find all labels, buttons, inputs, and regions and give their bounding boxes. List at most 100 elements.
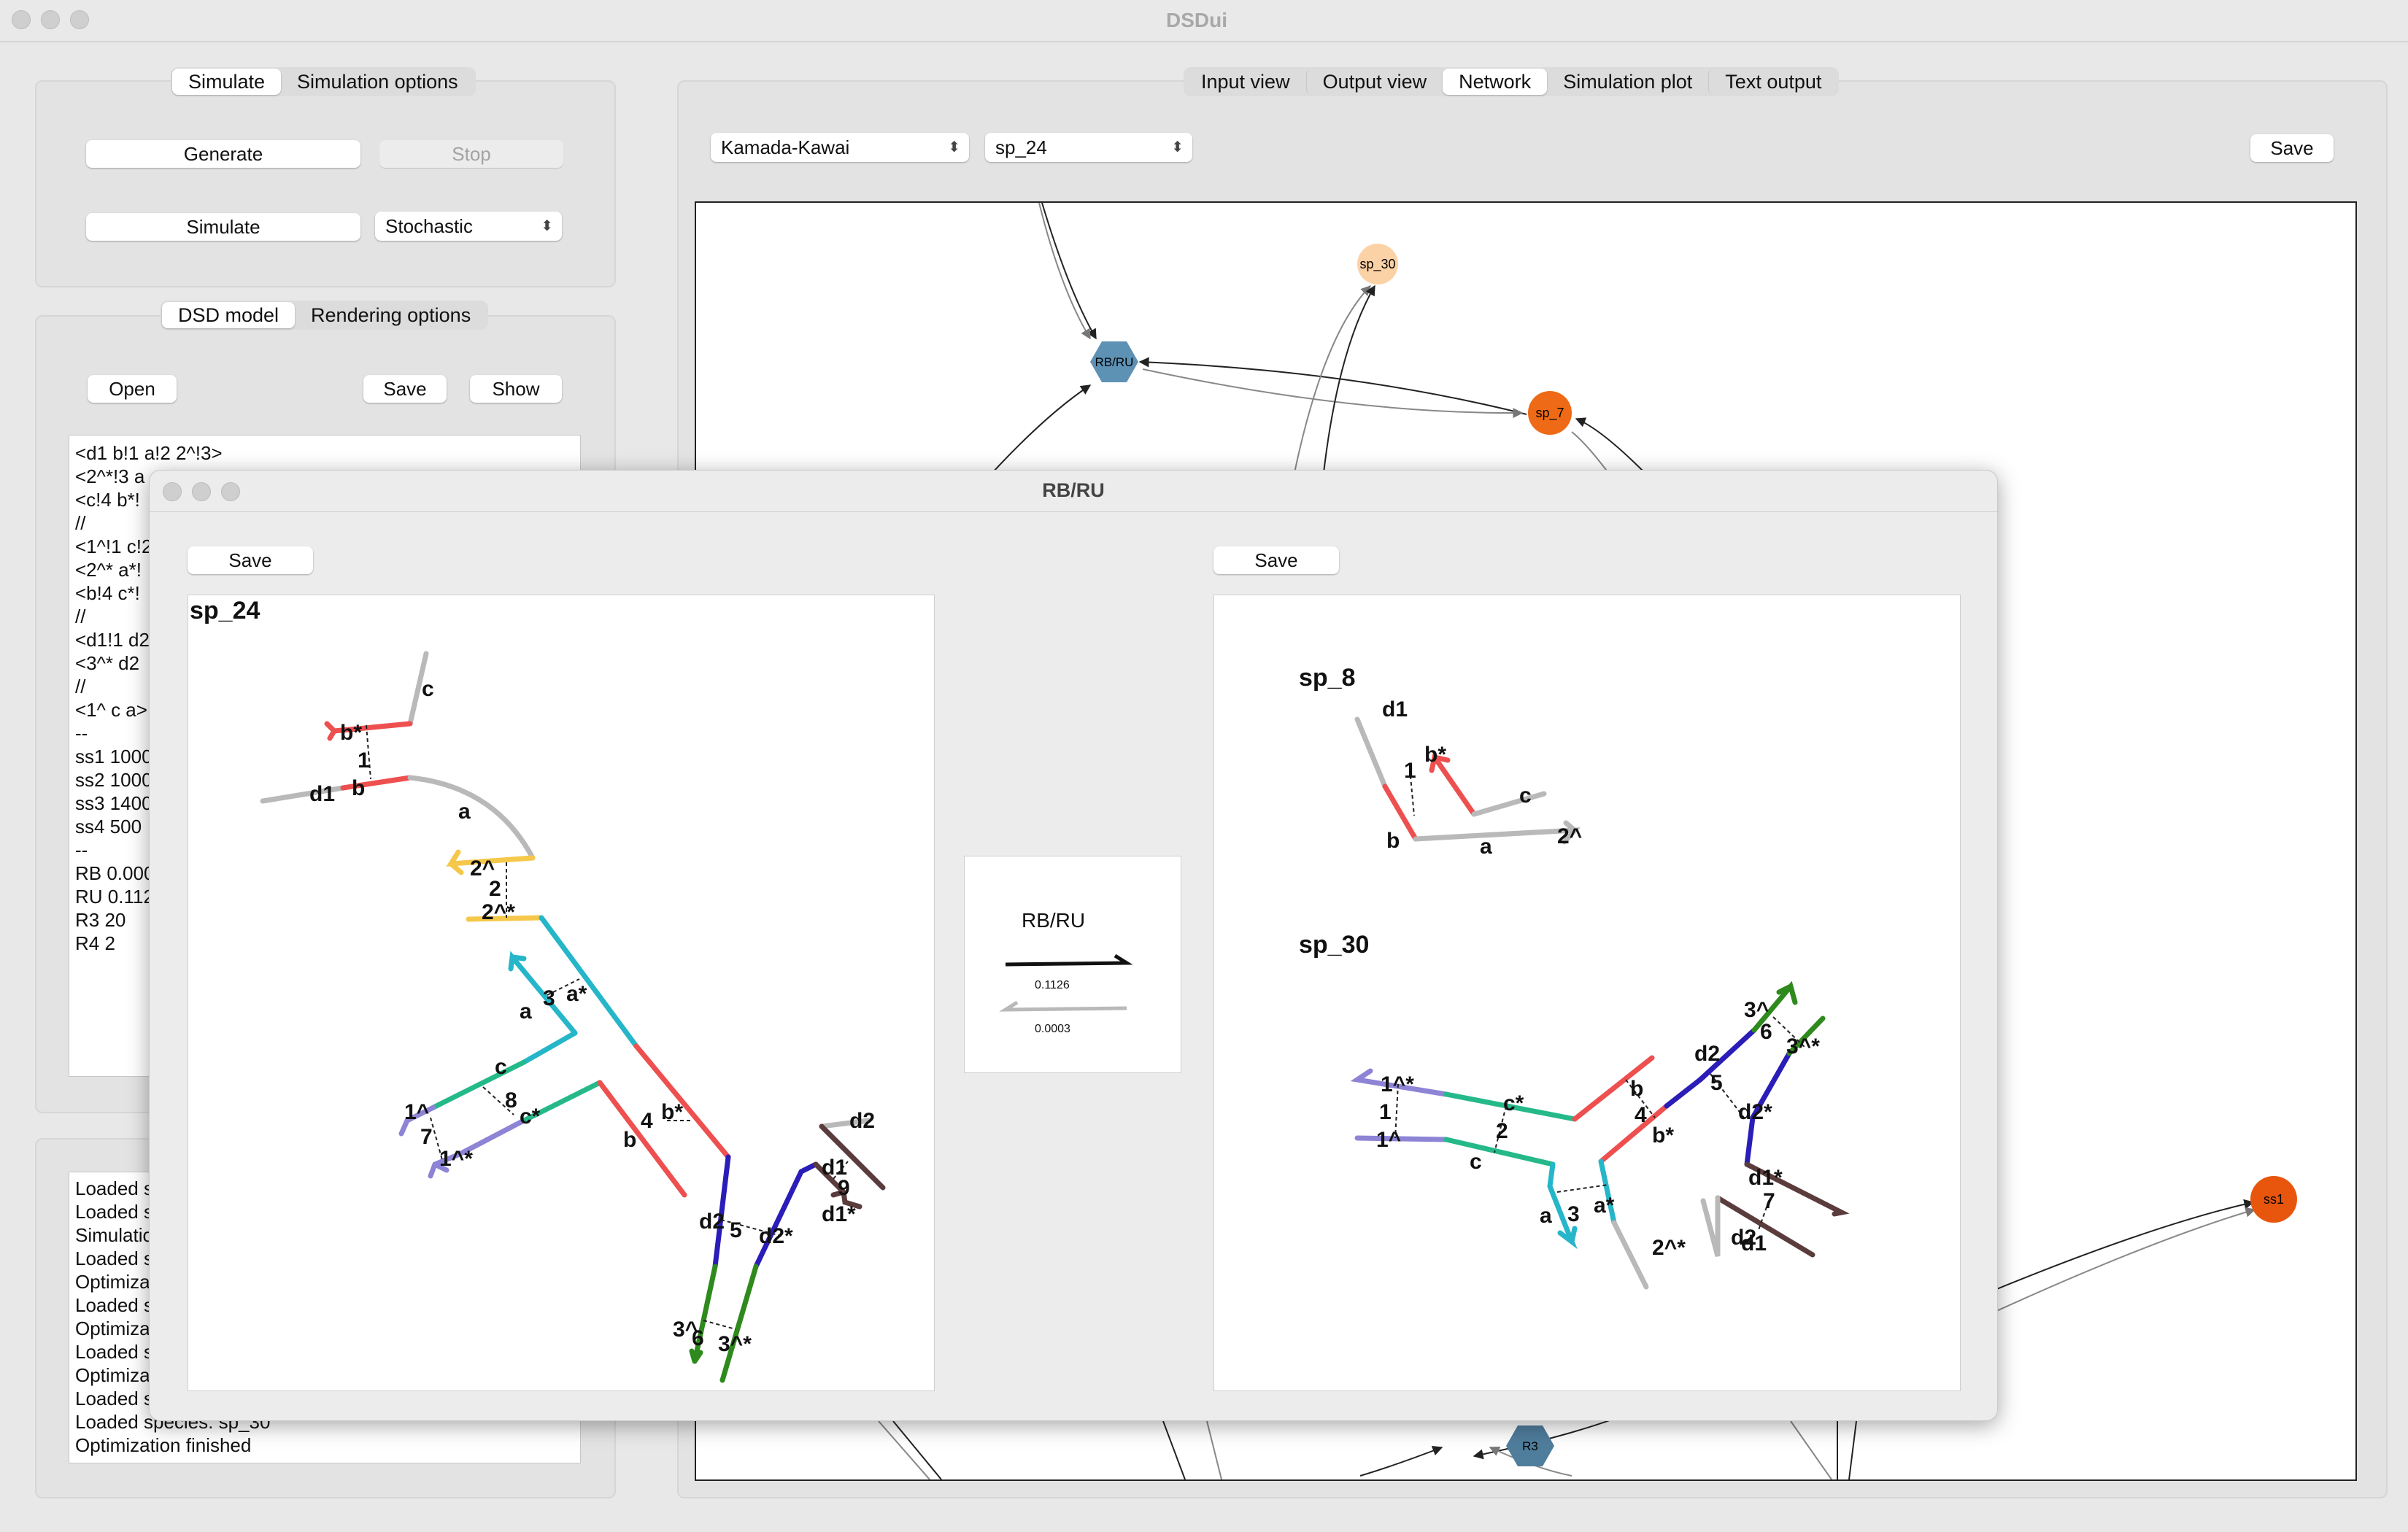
strand-c xyxy=(1443,1137,1556,1167)
tab-rendering-options[interactable]: Rendering options xyxy=(295,302,487,328)
domain-label: 3^* xyxy=(718,1332,752,1356)
domain-label: 6 xyxy=(1760,1020,1772,1044)
species-select[interactable]: sp_24 ⬍ xyxy=(985,133,1192,162)
simulate-button[interactable]: Simulate xyxy=(86,213,360,241)
node-label: sp_7 xyxy=(1535,406,1564,421)
domain-label: 5 xyxy=(1710,1071,1723,1095)
node-sp30[interactable]: sp_30 xyxy=(1357,244,1398,285)
layout-value: Kamada-Kawai xyxy=(721,136,850,158)
strand-d2 xyxy=(1664,1077,1703,1109)
domain-label: 4 xyxy=(1635,1103,1647,1127)
node-ss1[interactable]: ss1 xyxy=(2250,1176,2297,1223)
domain-label: a* xyxy=(566,982,587,1006)
layout-select[interactable]: Kamada-Kawai ⬍ xyxy=(711,133,969,162)
tab-text-output[interactable]: Text output xyxy=(1708,69,1837,95)
domain-label: c xyxy=(1519,784,1532,808)
network-edge xyxy=(1994,1199,2255,1291)
save-right-button[interactable]: Save xyxy=(1213,546,1339,574)
domain-label: 2^* xyxy=(482,900,515,924)
strand-d2c xyxy=(1744,1115,1756,1167)
domain-label: b xyxy=(1386,829,1400,853)
network-edge xyxy=(1790,1420,1832,1479)
domain-label: 1 xyxy=(358,748,370,773)
domain-label: b* xyxy=(661,1100,683,1124)
domain-label: d2 xyxy=(849,1109,875,1133)
close-window-button[interactable] xyxy=(12,10,31,29)
save-network-button[interactable]: Save xyxy=(2250,134,2334,162)
tab-network[interactable]: Network xyxy=(1443,69,1548,95)
zoom-window-button[interactable] xyxy=(70,10,89,29)
forward-arrow xyxy=(1005,953,1133,967)
save-model-button[interactable]: Save xyxy=(363,375,447,403)
network-edge xyxy=(1041,203,1097,340)
open-button[interactable]: Open xyxy=(88,375,177,403)
domain-label: 6 xyxy=(692,1326,704,1350)
domain-label: a xyxy=(1480,835,1492,859)
tab-simulation-plot[interactable]: Simulation plot xyxy=(1547,69,1708,95)
strand-1-hat xyxy=(1354,1135,1449,1142)
domain-label: c* xyxy=(520,1104,541,1129)
right-species-canvas[interactable]: sp_8 sp_30 d1 b* 1 b c a 2^ 1^* 1 1^ c* … xyxy=(1213,595,1961,1391)
forward-rate: 0.1126 xyxy=(1035,979,1070,991)
strand-3-hat-star xyxy=(719,1264,759,1383)
simulation-mode-value: Stochastic xyxy=(385,215,473,237)
model-text-line: <d1 b!1 a!2 2^!3> xyxy=(75,442,223,464)
show-button[interactable]: Show xyxy=(470,375,562,403)
tab-simulate[interactable]: Simulate xyxy=(172,69,282,95)
network-edge xyxy=(878,1420,930,1479)
domain-label: a xyxy=(520,999,532,1024)
domain-label: a xyxy=(458,800,471,824)
view-tabs: Input view Output view Network Simulatio… xyxy=(1184,67,1840,96)
left-species-canvas[interactable]: sp_24 c b* 1 d1 b a 2^ 2 2^* a 3 a* c 8 … xyxy=(188,595,935,1391)
domain-label: 7 xyxy=(1763,1189,1775,1213)
tab-simulation-options[interactable]: Simulation options xyxy=(281,69,474,95)
domain-label: a xyxy=(1540,1204,1552,1228)
strand-a2 xyxy=(539,915,639,1049)
node-sp7[interactable]: sp_7 xyxy=(1528,391,1572,435)
dialog-titlebar: RB/RU xyxy=(150,471,1997,512)
minimize-window-button[interactable] xyxy=(41,10,60,29)
stop-button[interactable]: Stop xyxy=(379,140,563,168)
simulation-mode-select[interactable]: Stochastic ⬍ xyxy=(375,212,562,241)
strand-a xyxy=(407,775,536,861)
tab-dsd-model[interactable]: DSD model xyxy=(162,302,296,328)
generate-button[interactable]: Generate xyxy=(86,140,360,168)
domain-label: 3 xyxy=(1567,1202,1580,1226)
save-left-button[interactable]: Save xyxy=(188,546,313,574)
strand-d2-star xyxy=(753,1169,804,1269)
domain-label: 1 xyxy=(1379,1100,1392,1124)
node-label: ss1 xyxy=(2264,1192,2284,1207)
domain-label: b* xyxy=(1424,743,1446,767)
network-edge xyxy=(1206,1420,1222,1479)
window-title: DSDui xyxy=(1166,9,1227,31)
domain-label: d1 xyxy=(1382,697,1408,721)
domain-label: d1 xyxy=(309,782,335,806)
domain-label: d2* xyxy=(1738,1100,1772,1124)
chevron-updown-icon: ⬍ xyxy=(948,139,960,155)
domain-label: d2 xyxy=(1694,1042,1720,1066)
network-edge xyxy=(1294,285,1371,473)
network-edge xyxy=(1994,1207,2256,1312)
domain-label: d2* xyxy=(759,1224,793,1248)
domain-label: 1^* xyxy=(439,1147,473,1171)
domain-label: d1 xyxy=(1741,1231,1767,1256)
domain-label: 3^* xyxy=(1786,1034,1820,1059)
reaction-arrows xyxy=(999,953,1133,1012)
network-edge xyxy=(1162,1420,1186,1479)
network-edge xyxy=(1359,1446,1443,1477)
domain-label: 8 xyxy=(505,1088,517,1113)
domain-label: 1^* xyxy=(1381,1072,1414,1096)
tab-input-view[interactable]: Input view xyxy=(1185,69,1306,95)
domain-label: b* xyxy=(1652,1123,1674,1148)
tab-output-view[interactable]: Output view xyxy=(1305,69,1443,95)
domain-label: 7 xyxy=(420,1125,433,1149)
strand-d1 xyxy=(1354,716,1388,789)
chevron-updown-icon: ⬍ xyxy=(541,218,553,234)
node-rbru[interactable]: RB/RU xyxy=(1090,341,1138,382)
simulate-panel xyxy=(35,80,616,287)
bond-6 xyxy=(703,1320,736,1330)
node-r3[interactable]: R3 xyxy=(1506,1425,1554,1466)
domain-label: b xyxy=(623,1128,636,1152)
model-tabs: DSD model Rendering options xyxy=(161,301,489,330)
dialog-title: RB/RU xyxy=(1042,479,1105,501)
